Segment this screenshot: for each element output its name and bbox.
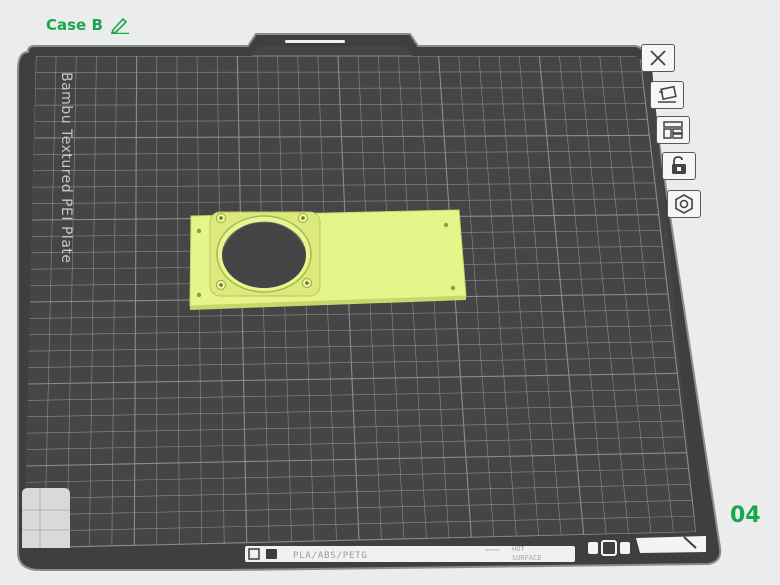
bed-type-label: Bambu Textured PEI Plate (58, 72, 74, 264)
fan-mount-ring (209, 211, 321, 297)
lock-icon (672, 156, 686, 174)
auto-orient-icon (658, 85, 677, 103)
settings-icon (675, 194, 693, 214)
lock-plate-button[interactable] (662, 152, 696, 180)
hot-surface-label-2: SURFACE (512, 554, 542, 562)
close-plate-button[interactable] (641, 44, 675, 72)
hot-surface-label-1: HOT (512, 545, 525, 553)
close-icon (650, 50, 666, 66)
plate-number: 04 (730, 503, 761, 528)
filament-compat-label: PLA/ABS/PETG (293, 551, 368, 561)
arrange-button[interactable] (656, 116, 690, 144)
plate-handle (285, 40, 345, 43)
plate-settings-button[interactable] (667, 190, 701, 218)
model-case-b[interactable] (189, 209, 467, 310)
auto-orient-button[interactable] (650, 81, 684, 109)
origin-corner-marker (22, 488, 70, 548)
arrange-icon (663, 121, 683, 139)
